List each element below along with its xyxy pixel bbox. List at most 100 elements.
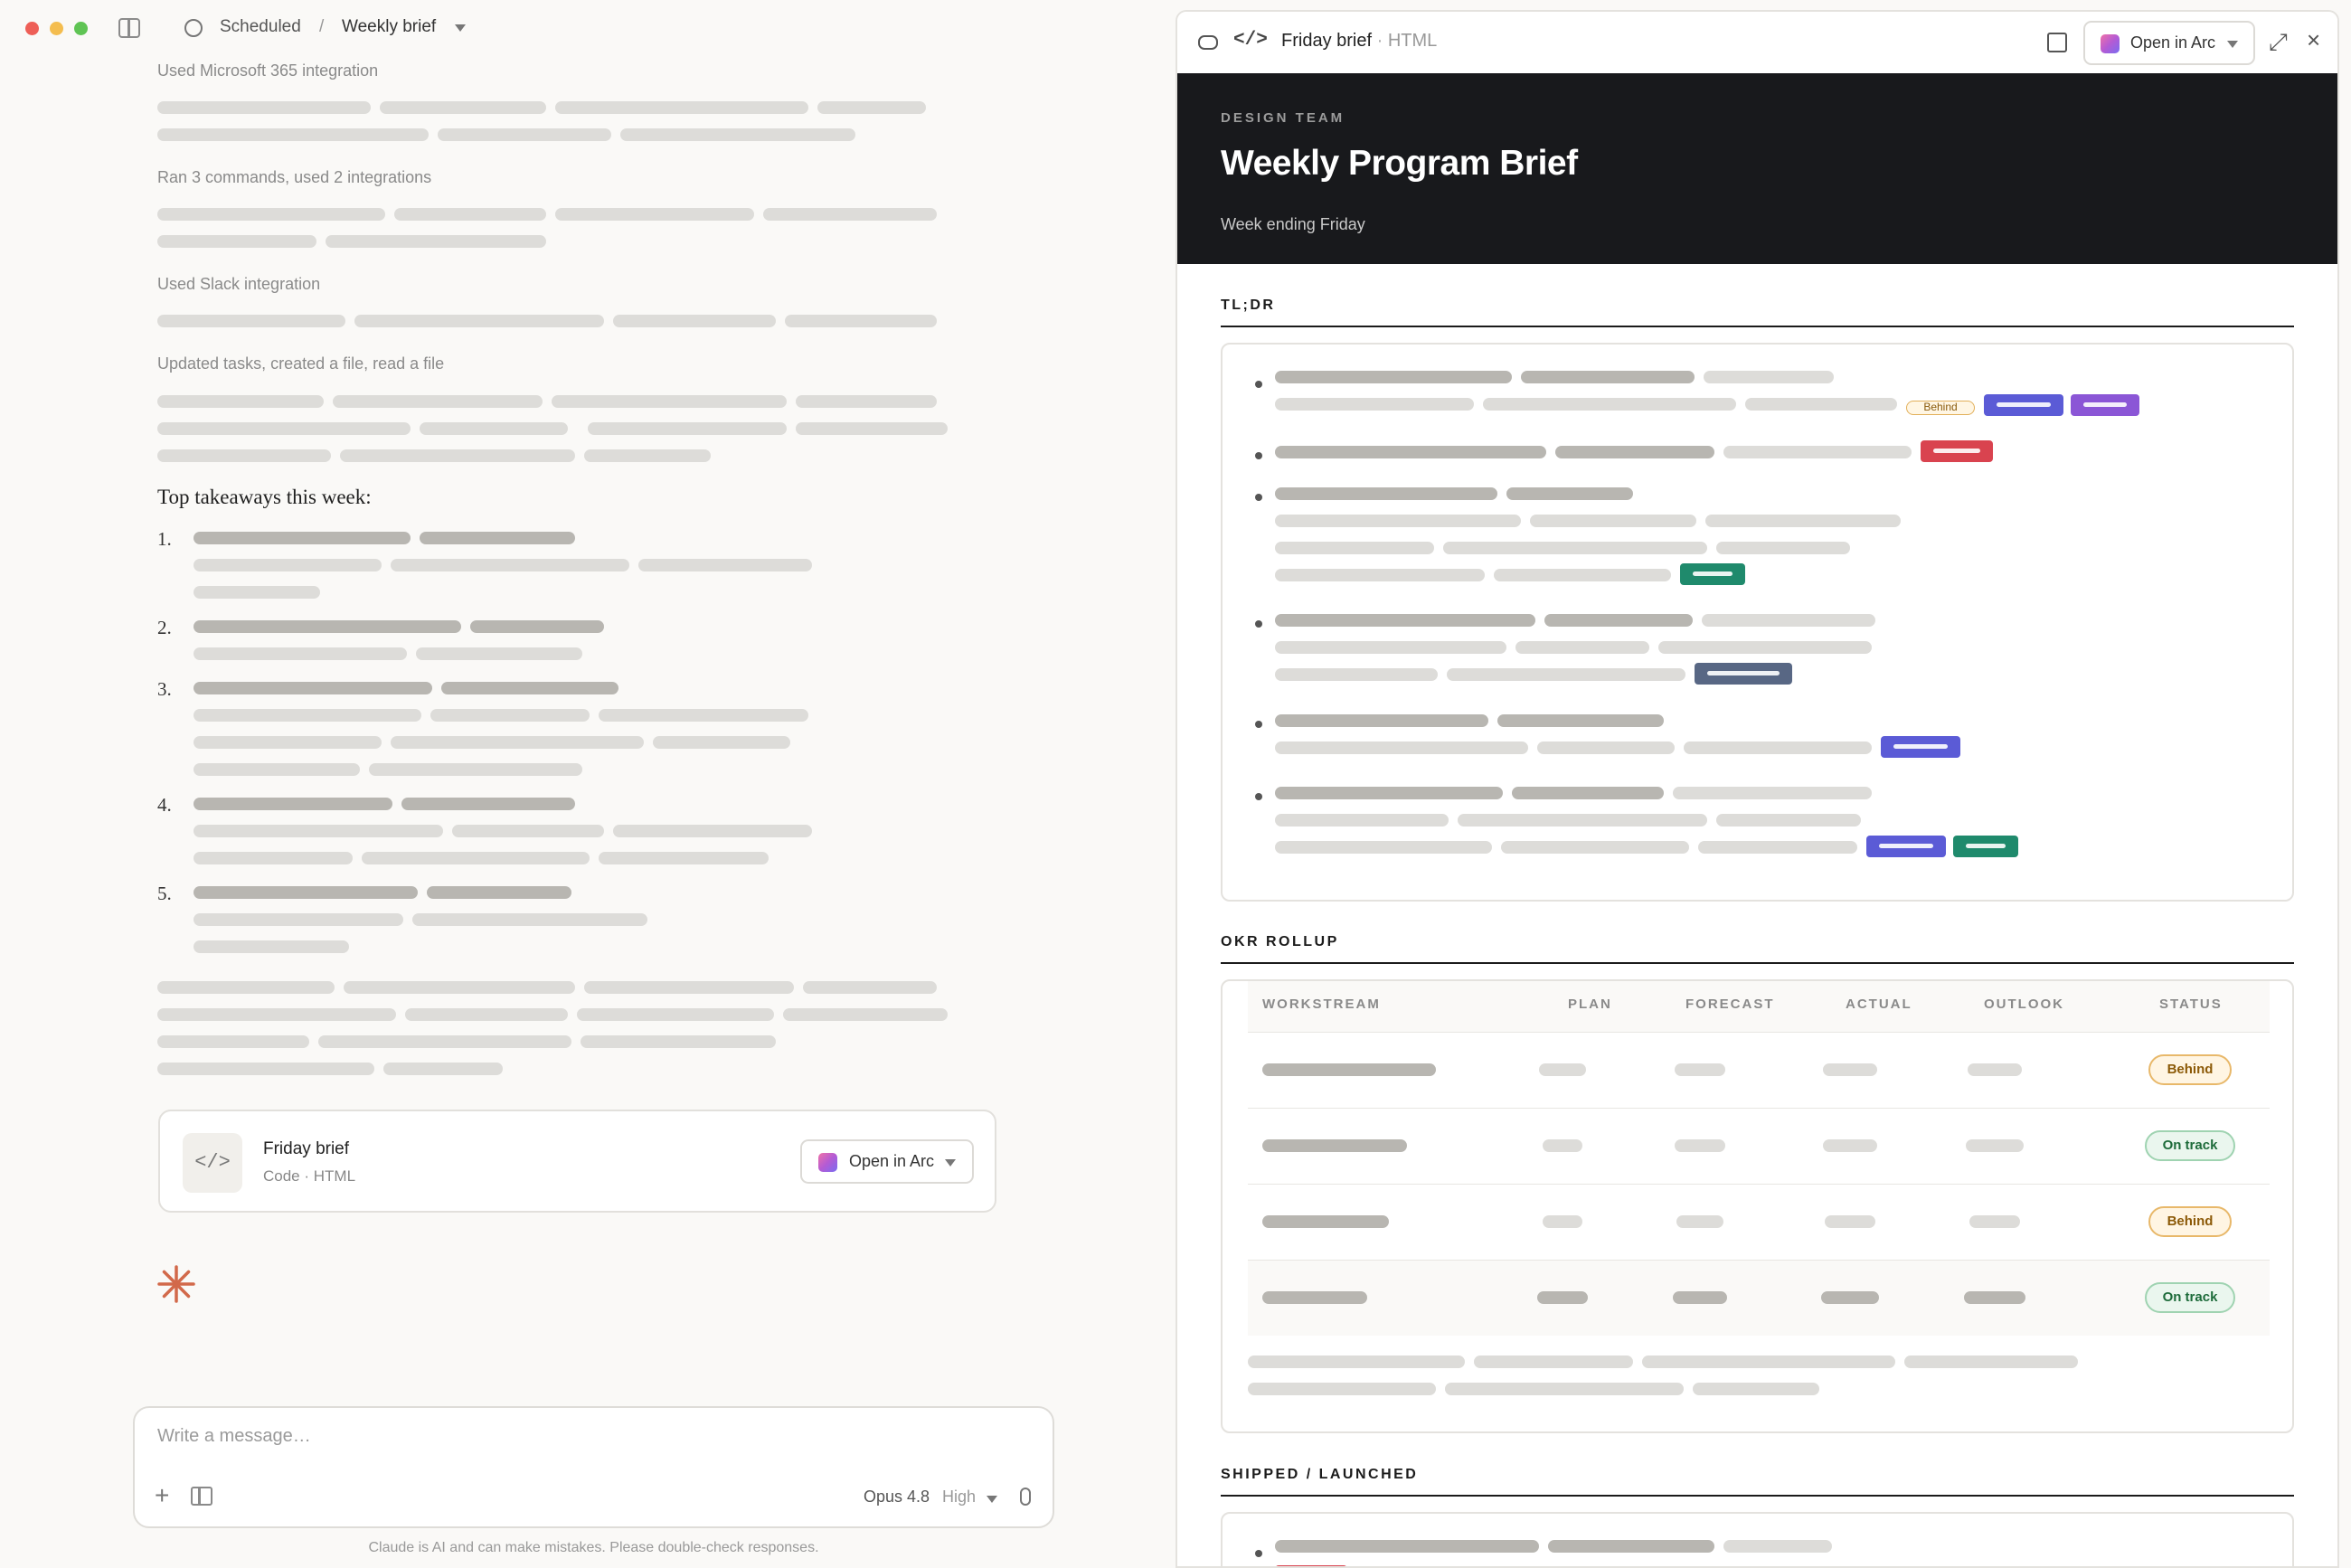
zoom-window-button[interactable] (74, 22, 88, 35)
text-placeholder (1745, 398, 1897, 411)
code-view-icon[interactable]: </> (1233, 30, 1268, 51)
text-placeholder (1497, 714, 1664, 727)
close-icon[interactable]: × (2307, 26, 2320, 54)
text-placeholder (333, 395, 543, 408)
text-placeholder (157, 449, 331, 462)
shipped-heading: SHIPPED / LAUNCHED (1221, 1467, 1419, 1482)
text-placeholder (194, 620, 461, 633)
text-placeholder (1702, 614, 1875, 627)
text-placeholder (194, 647, 407, 660)
text-placeholder (430, 709, 590, 722)
code-icon: </> (183, 1133, 242, 1193)
section-divider (1221, 962, 2294, 964)
column-header-forecast: FORECAST (1685, 997, 1775, 1012)
effort-selector[interactable]: High (942, 1488, 976, 1507)
model-selector[interactable]: Opus 4.8 (864, 1488, 930, 1507)
tool-step-summary[interactable]: Updated tasks, created a file, read a fi… (157, 354, 444, 373)
text-placeholder (380, 101, 546, 114)
text-placeholder (1555, 446, 1714, 458)
arc-logo-icon (818, 1153, 837, 1172)
expand-icon[interactable]: ⤢ (2269, 28, 2288, 57)
tool-step-summary[interactable]: Used Slack integration (157, 275, 320, 294)
message-input[interactable] (157, 1426, 790, 1447)
preview-toggle-icon[interactable] (1198, 35, 1218, 50)
table-cell-placeholder (1969, 1215, 2020, 1228)
text-placeholder (1275, 741, 1528, 754)
table-cell-placeholder (1968, 1063, 2022, 1076)
conversation-title[interactable]: Weekly brief (342, 17, 436, 37)
text-placeholder (383, 1063, 503, 1075)
text-placeholder (326, 235, 546, 248)
copy-icon[interactable] (2047, 33, 2067, 52)
tools-panel-icon[interactable] (191, 1487, 212, 1506)
text-placeholder (420, 532, 575, 544)
minimize-window-button[interactable] (50, 22, 63, 35)
chevron-down-icon[interactable] (945, 1159, 956, 1167)
open-in-arc-label: Open in Arc (849, 1152, 935, 1170)
text-placeholder (194, 940, 349, 953)
tag-badge (2071, 394, 2139, 416)
artifact-preview-panel: </> Friday brief · HTML Open in Arc ⤢ × … (1176, 10, 2339, 1568)
section-divider (1221, 1495, 2294, 1497)
open-in-arc-button[interactable]: Open in Arc (2083, 21, 2255, 65)
breadcrumb-scheduled[interactable]: Scheduled (220, 17, 301, 37)
text-placeholder (1705, 515, 1901, 527)
claude-spark-icon (157, 1265, 195, 1303)
text-placeholder (420, 422, 568, 435)
title-separator: · (1376, 31, 1383, 51)
tag-badge (1953, 836, 2018, 857)
text-placeholder (1248, 1355, 1465, 1368)
artifact-subtitle: Code · HTML (263, 1167, 356, 1185)
text-placeholder (441, 682, 618, 694)
bullet (1255, 1550, 1262, 1557)
table-cell-placeholder (1262, 1139, 1407, 1152)
text-placeholder (194, 798, 392, 810)
tldr-card: Behind (1221, 343, 2294, 902)
text-placeholder (194, 852, 353, 864)
column-header-outlook: OUTLOOK (1984, 997, 2064, 1012)
text-placeholder (157, 315, 345, 327)
text-placeholder (653, 736, 790, 749)
tool-step-summary[interactable]: Used Microsoft 365 integration (157, 61, 378, 80)
disclaimer: Claude is AI and can make mistakes. Plea… (368, 1540, 819, 1555)
table-cell-placeholder (1964, 1291, 2025, 1304)
text-placeholder (1275, 668, 1438, 681)
chevron-down-icon[interactable] (2227, 41, 2238, 48)
text-placeholder (785, 315, 937, 327)
close-window-button[interactable] (25, 22, 39, 35)
chevron-down-icon[interactable] (455, 24, 466, 32)
tool-step-summary[interactable]: Ran 3 commands, used 2 integrations (157, 168, 431, 187)
text-placeholder (394, 208, 546, 221)
text-placeholder (1501, 841, 1689, 854)
text-placeholder (613, 825, 812, 837)
text-placeholder (803, 981, 937, 994)
text-placeholder (1548, 1540, 1714, 1553)
chevron-down-icon[interactable] (987, 1496, 997, 1503)
table-cell-placeholder (1543, 1215, 1582, 1228)
sidebar-toggle-icon[interactable] (118, 18, 140, 38)
table-cell-placeholder (1539, 1063, 1586, 1076)
text-placeholder (452, 825, 604, 837)
text-placeholder (194, 736, 382, 749)
tldr-heading: TL;DR (1221, 298, 1276, 313)
text-placeholder (620, 128, 855, 141)
text-placeholder (470, 620, 604, 633)
artifact-card[interactable]: </> Friday brief Code · HTML Open in Arc (158, 1110, 996, 1213)
text-placeholder (354, 315, 604, 327)
open-in-arc-button[interactable]: Open in Arc (800, 1139, 974, 1184)
microphone-icon[interactable] (1020, 1488, 1031, 1506)
text-placeholder (1275, 814, 1449, 827)
text-placeholder (763, 208, 937, 221)
text-placeholder (584, 449, 711, 462)
text-placeholder (577, 1008, 774, 1021)
add-attachment-button[interactable]: + (155, 1483, 169, 1508)
table-cell-placeholder (1821, 1291, 1879, 1304)
text-placeholder (1904, 1355, 2078, 1368)
status-badge: On track (2145, 1282, 2235, 1313)
text-placeholder (318, 1035, 571, 1048)
tag-badge (1984, 394, 2063, 416)
text-placeholder (796, 422, 948, 435)
breadcrumb-separator: / (319, 17, 325, 36)
preview-title-group: Friday brief · HTML (1281, 31, 1437, 52)
text-placeholder (1275, 542, 1434, 554)
